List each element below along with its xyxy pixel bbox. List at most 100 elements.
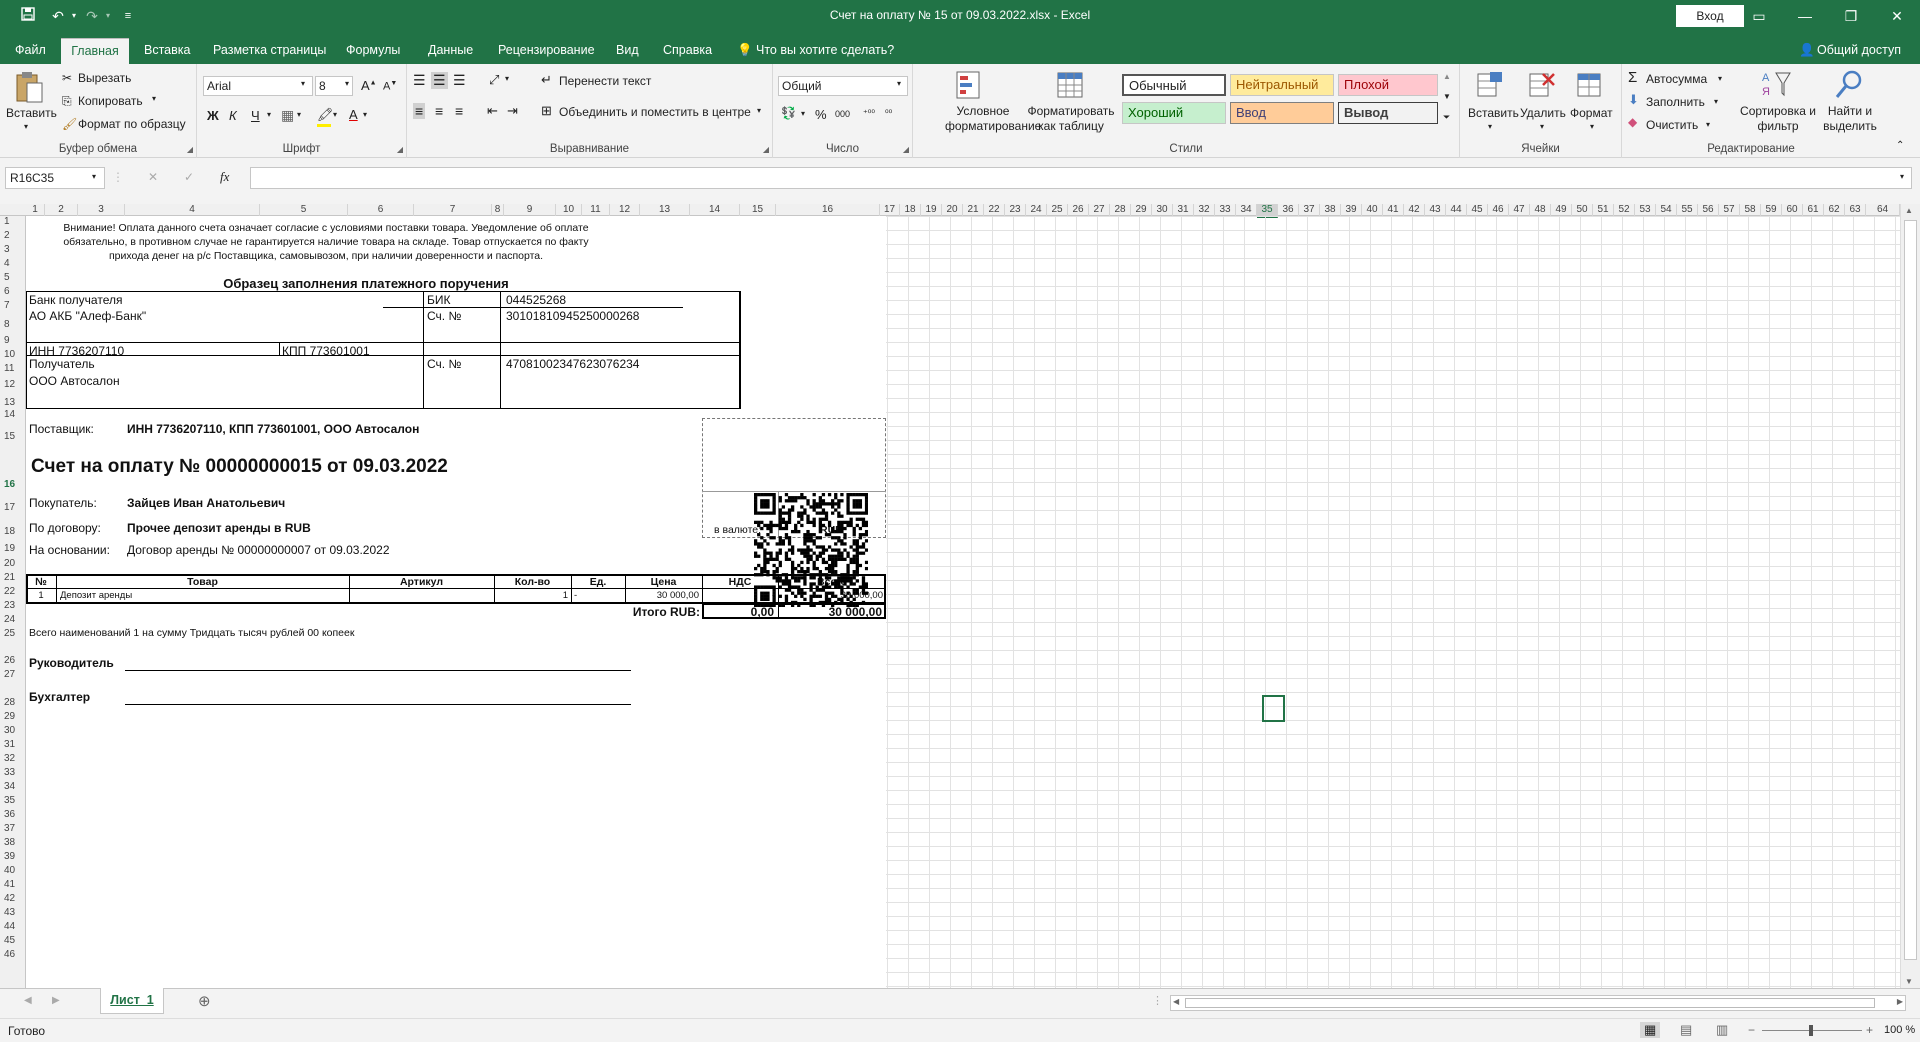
align-middle-icon[interactable]: ☰ [431,72,448,89]
insert-cells-dropdown-icon[interactable]: ▾ [1488,122,1492,131]
column-header[interactable]: 27 [1089,204,1110,216]
zoom-out-icon[interactable]: − [1748,1023,1755,1037]
horizontal-scrollbar[interactable]: ◀ ▶ [1170,995,1906,1011]
column-header[interactable]: 23 [1005,204,1026,216]
column-header[interactable]: 18 [900,204,921,216]
conditional-format-button[interactable]: Условное форматирование [945,104,1041,134]
decrease-indent-icon[interactable]: ⇤ [487,103,498,119]
tell-me-box[interactable]: Что вы хотите сделать? [752,38,898,64]
row-header[interactable]: 24 [0,614,20,625]
column-header[interactable]: 17 [880,204,900,216]
row-header[interactable]: 25 [0,628,20,639]
font-name-select[interactable]: Arial [203,76,313,96]
thousands-icon[interactable]: 000 [835,109,850,119]
column-header[interactable]: 11 [582,204,610,216]
cut-button[interactable]: Вырезать [78,71,131,85]
add-sheet-icon[interactable]: ⊕ [198,992,211,1010]
row-header[interactable]: 11 [0,363,20,374]
row-header[interactable]: 33 [0,767,20,778]
column-header[interactable]: 42 [1404,204,1425,216]
conditional-format-icon[interactable] [953,70,985,102]
borders-dropdown-icon[interactable]: ▾ [297,110,301,119]
tab-data[interactable]: Данные [424,38,477,64]
decrease-decimal-icon[interactable]: ⁰⁰ [885,108,892,119]
row-header[interactable]: 34 [0,781,20,792]
style-output[interactable]: Вывод [1338,102,1438,124]
row-header[interactable]: 27 [0,669,20,680]
column-header[interactable]: 20 [942,204,963,216]
row-header[interactable]: 35 [0,795,20,806]
column-header[interactable]: 32 [1194,204,1215,216]
row-header[interactable]: 8 [0,319,20,330]
styles-scroll-down-icon[interactable]: ▼ [1443,92,1451,101]
column-header[interactable]: 30 [1152,204,1173,216]
column-header[interactable]: 39 [1341,204,1362,216]
style-neutral[interactable]: Нейтральный [1230,74,1334,96]
row-header[interactable]: 21 [0,572,20,583]
column-header[interactable]: 36 [1278,204,1299,216]
copy-button[interactable]: Копировать [78,94,143,108]
merge-center-icon[interactable]: ⊞ [541,103,552,119]
row-header[interactable]: 42 [0,893,20,904]
currency-icon[interactable]: 💱 [781,106,796,120]
cancel-icon[interactable]: ✕ [148,170,158,184]
merge-center-button[interactable]: Объединить и поместить в центре [559,105,751,119]
row-header[interactable]: 12 [0,379,20,390]
row-header[interactable]: 4 [0,258,20,269]
tab-help[interactable]: Справка [659,38,716,64]
column-header[interactable]: 54 [1656,204,1677,216]
fill-color-dropdown-icon[interactable]: ▾ [333,110,337,119]
column-header[interactable]: 56 [1698,204,1719,216]
column-header[interactable]: 55 [1677,204,1698,216]
vertical-scroll-thumb[interactable] [1904,220,1917,960]
styles-more-icon[interactable]: ⏷ [1443,112,1450,123]
row-header[interactable]: 30 [0,725,20,736]
row-header[interactable]: 14 [0,409,20,420]
row-header[interactable]: 5 [0,272,20,283]
fill-dropdown-icon[interactable]: ▾ [1714,97,1718,106]
row-header[interactable]: 32 [0,753,20,764]
format-painter-icon[interactable]: 🖌 [62,117,77,131]
column-header[interactable]: 7 [414,204,492,216]
format-painter-button[interactable]: Формат по образцу [78,117,186,131]
enter-icon[interactable]: ✓ [184,170,194,184]
column-header[interactable]: 46 [1488,204,1509,216]
column-header[interactable]: 60 [1782,204,1803,216]
column-header[interactable]: 16 [776,204,880,216]
italic-icon[interactable]: К [229,108,237,123]
paste-dropdown-icon[interactable]: ▾ [24,122,28,131]
row-header[interactable]: 44 [0,921,20,932]
ribbon-display-icon[interactable]: ▭ [1736,0,1782,32]
tab-formulas[interactable]: Формулы [342,38,404,64]
column-header[interactable]: 5 [260,204,348,216]
merge-dropdown-icon[interactable]: ▾ [757,106,761,115]
wrap-text-icon[interactable]: ↵ [541,72,552,88]
column-header[interactable]: 31 [1173,204,1194,216]
font-size-dropdown-icon[interactable]: ▾ [345,79,349,88]
row-header[interactable]: 7 [0,300,20,311]
column-header[interactable]: 43 [1425,204,1446,216]
row-header[interactable]: 22 [0,586,20,597]
sheet-tab-list1[interactable]: Лист_1 [100,988,164,1014]
style-bad[interactable]: Плохой [1338,74,1438,96]
align-bottom-icon[interactable]: ☰ [453,72,466,89]
underline-icon[interactable]: Ч [251,108,260,123]
customize-qat-icon[interactable]: ≡ [118,6,138,26]
column-header[interactable]: 40 [1362,204,1383,216]
row-header[interactable]: 29 [0,711,20,722]
number-launcher-icon[interactable]: ◢ [903,145,909,154]
tab-review[interactable]: Рецензирование [494,38,599,64]
increase-indent-icon[interactable]: ⇥ [507,103,518,119]
row-header[interactable]: 10 [0,349,20,360]
column-header[interactable]: 64 [1866,204,1900,216]
column-header[interactable]: 61 [1803,204,1824,216]
column-header[interactable]: 26 [1068,204,1089,216]
clear-button[interactable]: Очистить [1646,118,1698,132]
column-header[interactable]: 29 [1131,204,1152,216]
format-as-table-icon[interactable] [1055,70,1087,102]
autosum-dropdown-icon[interactable]: ▾ [1718,74,1722,83]
insert-cells-icon[interactable] [1476,70,1508,102]
eraser-icon[interactable]: ◆ [1628,115,1637,129]
normal-view-icon[interactable]: ▦ [1640,1022,1661,1038]
font-name-dropdown-icon[interactable]: ▾ [301,79,305,88]
